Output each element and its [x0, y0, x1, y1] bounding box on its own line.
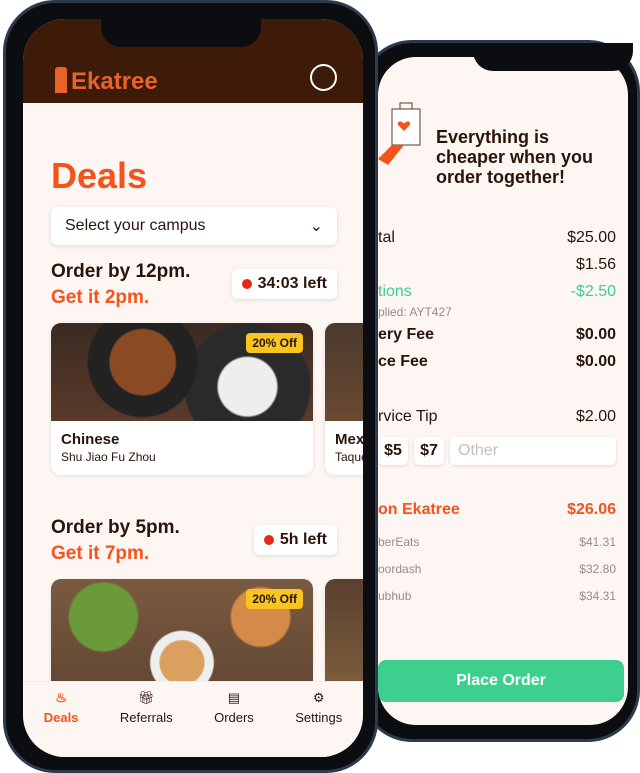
- discount-badge: 20% Off: [246, 333, 303, 353]
- countdown-text: 34:03 left: [257, 275, 327, 292]
- comparison-value: $34.31: [579, 589, 616, 603]
- discount-badge: 20% Off: [246, 589, 303, 609]
- delivery-fee-label: ery Fee: [378, 326, 435, 343]
- countdown-text: 5h left: [279, 531, 327, 548]
- logo-text: Ekatree: [71, 68, 158, 95]
- comparison-label: oordash: [378, 562, 422, 576]
- profile-icon[interactable]: [310, 64, 337, 91]
- nav-label: Deals: [43, 710, 79, 725]
- checkout-phone: Everything is cheaper when you order tog…: [360, 40, 640, 742]
- receipt-icon: ▤: [227, 690, 241, 705]
- comparison-label: berEats: [378, 535, 420, 549]
- deal-card[interactable]: Mex Taque: [325, 323, 363, 475]
- live-dot-icon: [263, 535, 274, 545]
- tip-7-button[interactable]: $7: [414, 437, 444, 465]
- delivery-fee-row: ery Fee $0.00: [378, 326, 616, 344]
- subtotal-value: $25.00: [567, 229, 616, 246]
- checkout-screen: Everything is cheaper when you order tog…: [378, 57, 628, 725]
- nav-label: Settings: [295, 710, 343, 725]
- promotions-value: -$2.50: [570, 283, 616, 300]
- nav-settings[interactable]: ⚙ Settings: [295, 690, 342, 757]
- logo: Ekatree: [55, 67, 158, 96]
- promo-code: plied: AYT427: [378, 305, 452, 319]
- delivery-fee-value: $0.00: [575, 326, 616, 343]
- delivery-time-label: Get it 2pm.: [51, 287, 150, 308]
- deals-screen: Ekatree Deals Select your campus ⌄ Order …: [23, 19, 363, 757]
- countdown-badge: 5h left: [253, 525, 337, 555]
- campus-select-label: Select your campus: [65, 217, 206, 234]
- total-row: on Ekatree $26.06: [378, 501, 616, 519]
- nav-orders[interactable]: ▤ Orders: [214, 690, 254, 757]
- chevron-down-icon: ⌄: [309, 218, 323, 235]
- campus-select[interactable]: Select your campus ⌄: [51, 207, 337, 245]
- delivery-time-label: Get it 7pm.: [51, 543, 150, 564]
- live-dot-icon: [241, 279, 252, 289]
- notch: [473, 43, 633, 71]
- building-icon: [55, 67, 67, 93]
- tax-value: $1.56: [575, 256, 616, 273]
- comparison-row: ubhub $34.31: [378, 589, 616, 603]
- subtotal-row: tal $25.00: [378, 229, 616, 247]
- comparison-value: $41.31: [579, 535, 616, 549]
- service-fee-label: ce Fee: [378, 353, 428, 370]
- service-fee-row: ce Fee $0.00: [378, 353, 616, 371]
- gift-icon: 🎁︎: [137, 690, 155, 705]
- place-order-button[interactable]: Place Order: [378, 660, 624, 702]
- promotions-row: tions -$2.50: [378, 283, 616, 301]
- nav-label: Orders: [214, 710, 254, 725]
- tip-label: rvice Tip: [378, 408, 438, 425]
- food-image: [325, 323, 363, 421]
- total-value: $26.06: [567, 501, 616, 518]
- nav-referrals[interactable]: 🎁︎ Referrals: [120, 690, 173, 757]
- nav-deals[interactable]: ♨ Deals: [44, 690, 79, 757]
- restaurant-label: Shu Jiao Fu Zhou: [61, 450, 156, 464]
- tip-value: $2.00: [575, 408, 616, 425]
- tip-row: rvice Tip $2.00: [378, 408, 616, 426]
- subtotal-label: tal: [378, 229, 395, 246]
- total-label: on Ekatree: [378, 501, 460, 518]
- comparison-value: $32.80: [579, 562, 616, 576]
- promotions-label: tions: [378, 283, 412, 300]
- cuisine-label: Chinese: [61, 431, 120, 448]
- comparison-label: ubhub: [378, 589, 412, 603]
- flame-icon: ♨: [55, 690, 67, 705]
- headline: Everything is cheaper when you order tog…: [436, 127, 594, 187]
- deals-phone: Ekatree Deals Select your campus ⌄ Order …: [3, 0, 378, 773]
- tax-row: $1.56: [378, 256, 616, 274]
- comparison-row: berEats $41.31: [378, 535, 616, 549]
- page-title: Deals: [51, 155, 148, 196]
- order-by-label: Order by 5pm.: [51, 517, 180, 538]
- deal-card[interactable]: 20% Off Chinese Shu Jiao Fu Zhou: [51, 323, 313, 475]
- shopping-bag-heart-icon: [378, 102, 421, 165]
- restaurant-label: Taque: [335, 450, 363, 464]
- bottom-nav: ♨ Deals 🎁︎ Referrals ▤ Orders ⚙ Settings: [23, 681, 363, 757]
- tip-5-button[interactable]: $5: [378, 437, 408, 465]
- notch: [101, 17, 261, 47]
- comparison-row: oordash $32.80: [378, 562, 616, 576]
- gear-icon: ⚙: [312, 690, 325, 705]
- nav-label: Referrals: [119, 710, 173, 725]
- cuisine-label: Mex: [335, 431, 363, 448]
- countdown-badge: 34:03 left: [231, 269, 337, 299]
- order-by-label: Order by 12pm.: [51, 261, 191, 282]
- service-fee-value: $0.00: [575, 353, 616, 370]
- tip-other-input[interactable]: Other: [450, 437, 616, 465]
